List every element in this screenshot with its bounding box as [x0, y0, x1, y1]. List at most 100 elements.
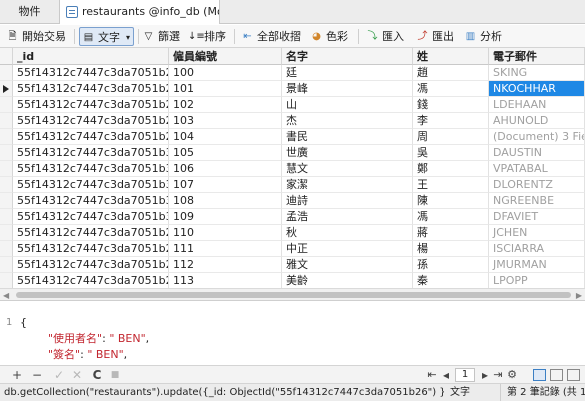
row-selector[interactable] — [0, 65, 13, 81]
table-row[interactable]: 55f14312c7447c3da7051b2b 113 美齡秦 LPOPP — [0, 273, 585, 289]
table-cell-first[interactable]: 廷 — [282, 65, 413, 81]
color-button[interactable]: ◕ 色彩 — [308, 27, 348, 46]
table-cell-num[interactable]: 112 — [169, 257, 282, 273]
table-cell-last[interactable]: 秦 — [413, 273, 489, 289]
row-selector[interactable] — [0, 257, 13, 273]
table-row[interactable]: 55f14312c7447c3da7051b27 100 廷趙 SKING — [0, 65, 585, 81]
table-cell-first[interactable]: 世廣 — [282, 145, 413, 161]
table-cell-last[interactable]: 楊 — [413, 241, 489, 257]
table-cell-email[interactable]: DAUSTIN — [489, 145, 585, 161]
table-cell-first[interactable]: 孟浩 — [282, 209, 413, 225]
table-cell-email[interactable]: NKOCHHAR — [489, 81, 585, 97]
row-selector[interactable] — [0, 209, 13, 225]
table-cell-email[interactable]: DFAVIET — [489, 209, 585, 225]
form-view-icon[interactable] — [550, 369, 563, 381]
table-row[interactable]: 55f14312c7447c3da7051b30 105 世廣吳 DAUSTIN — [0, 145, 585, 161]
table-cell-first[interactable]: 杰 — [282, 113, 413, 129]
table-cell-id[interactable]: 55f14312c7447c3da7051b34 — [13, 209, 169, 225]
table-cell-email[interactable]: DLORENTZ — [489, 177, 585, 193]
table-row[interactable]: 55f14312c7447c3da7051b32 106 慧文鄭 VPATABAL — [0, 161, 585, 177]
tab-collection[interactable]: restaurants @info_db (Mo... — [60, 0, 220, 24]
row-selector[interactable] — [0, 273, 13, 289]
table-cell-num[interactable]: 106 — [169, 161, 282, 177]
begin-transaction-button[interactable]: 🗎 開始交易 — [4, 27, 66, 46]
table-cell-last[interactable]: 周 — [413, 129, 489, 145]
add-record-button[interactable]: + — [10, 368, 24, 382]
table-cell-num[interactable]: 110 — [169, 225, 282, 241]
table-cell-first[interactable]: 景峰 — [282, 81, 413, 97]
table-row[interactable]: 55f14312c7447c3da7051b26 102 山錢 LDEHAAN — [0, 97, 585, 113]
table-cell-last[interactable]: 鄭 — [413, 161, 489, 177]
stop-button[interactable]: ■ — [108, 368, 122, 382]
table-cell-last[interactable]: 李 — [413, 113, 489, 129]
table-cell-num[interactable]: 109 — [169, 209, 282, 225]
discard-changes-button[interactable]: ✕ — [70, 368, 84, 382]
table-cell-id[interactable]: 55f14312c7447c3da7051b28 — [13, 81, 169, 97]
table-cell-id[interactable]: 55f14312c7447c3da7051b31 — [13, 177, 169, 193]
table-cell-email[interactable]: NGREENBE — [489, 193, 585, 209]
sort-button[interactable]: ↓≡ 排序 — [186, 27, 226, 46]
table-cell-first[interactable]: 山 — [282, 97, 413, 113]
table-cell-email[interactable]: LDEHAAN — [489, 97, 585, 113]
table-cell-num[interactable]: 103 — [169, 113, 282, 129]
table-cell-id[interactable]: 55f14312c7447c3da7051b32 — [13, 161, 169, 177]
table-cell-last[interactable]: 孫 — [413, 257, 489, 273]
table-cell-id[interactable]: 55f14312c7447c3da7051b2e — [13, 113, 169, 129]
text-view-button[interactable]: ▤ 文字 ▾ — [79, 27, 134, 46]
column-header-last-name[interactable]: 姓 — [413, 48, 489, 65]
apply-changes-button[interactable]: ✓ — [52, 368, 66, 382]
table-cell-last[interactable]: 陳 — [413, 193, 489, 209]
row-selector[interactable] — [0, 97, 13, 113]
table-cell-id[interactable]: 55f14312c7447c3da7051b26 — [13, 97, 169, 113]
table-row[interactable]: 55f14312c7447c3da7051b2c 111 中正楊 ISCIARRA — [0, 241, 585, 257]
table-cell-id[interactable]: 55f14312c7447c3da7051b2f — [13, 129, 169, 145]
table-row[interactable]: 55f14312c7447c3da7051b31 107 家潔王 DLORENTZ — [0, 177, 585, 193]
table-cell-first[interactable]: 書民 — [282, 129, 413, 145]
table-cell-last[interactable]: 趙 — [413, 65, 489, 81]
table-cell-id[interactable]: 55f14312c7447c3da7051b2d — [13, 257, 169, 273]
table-cell-first[interactable]: 美齡 — [282, 273, 413, 289]
table-cell-email[interactable]: (Document) 3 Fields — [489, 129, 585, 145]
table-cell-num[interactable]: 101 — [169, 81, 282, 97]
table-cell-id[interactable]: 55f14312c7447c3da7051b33 — [13, 193, 169, 209]
table-cell-first[interactable]: 雅文 — [282, 257, 413, 273]
table-cell-first[interactable]: 迪詩 — [282, 193, 413, 209]
table-cell-num[interactable]: 100 — [169, 65, 282, 81]
table-cell-email[interactable]: SKING — [489, 65, 585, 81]
table-row[interactable]: 55f14312c7447c3da7051b34 109 孟浩馮 DFAVIET — [0, 209, 585, 225]
row-selector[interactable] — [0, 129, 13, 145]
row-selector[interactable] — [0, 113, 13, 129]
row-selector[interactable] — [0, 241, 13, 257]
row-selector[interactable] — [0, 193, 13, 209]
scroll-left-icon[interactable]: ◀ — [3, 291, 9, 300]
analyze-button[interactable]: ▥ 分析 — [462, 27, 502, 46]
delete-record-button[interactable]: − — [30, 368, 44, 382]
row-selector[interactable] — [0, 225, 13, 241]
table-row[interactable]: 55f14312c7447c3da7051b33 108 迪詩陳 NGREENBE — [0, 193, 585, 209]
settings-button[interactable]: ⚙ — [506, 368, 518, 382]
scrollbar-thumb[interactable] — [16, 292, 571, 298]
table-cell-num[interactable]: 104 — [169, 129, 282, 145]
table-cell-email[interactable]: LPOPP — [489, 273, 585, 289]
import-button[interactable]: ⤵ 匯入 — [364, 27, 405, 46]
table-cell-email[interactable]: AHUNOLD — [489, 113, 585, 129]
table-cell-email[interactable]: VPATABAL — [489, 161, 585, 177]
table-cell-num[interactable]: 111 — [169, 241, 282, 257]
row-selector[interactable] — [0, 81, 13, 97]
table-cell-num[interactable]: 105 — [169, 145, 282, 161]
row-selector[interactable] — [0, 145, 13, 161]
next-page-button[interactable]: ▸ — [479, 368, 491, 382]
table-cell-id[interactable]: 55f14312c7447c3da7051b2a — [13, 225, 169, 241]
table-row[interactable]: 55f14312c7447c3da7051b2a 110 秋蔣 JCHEN — [0, 225, 585, 241]
table-cell-first[interactable]: 慧文 — [282, 161, 413, 177]
table-cell-id[interactable]: 55f14312c7447c3da7051b30 — [13, 145, 169, 161]
table-row[interactable]: 55f14312c7447c3da7051b2e 103 杰李 AHUNOLD — [0, 113, 585, 129]
horizontal-scrollbar[interactable]: ◀ ▶ — [0, 288, 585, 300]
table-cell-id[interactable]: 55f14312c7447c3da7051b2c — [13, 241, 169, 257]
table-cell-last[interactable]: 吳 — [413, 145, 489, 161]
table-cell-last[interactable]: 馮 — [413, 81, 489, 97]
previous-page-button[interactable]: ◂ — [440, 368, 452, 382]
table-cell-id[interactable]: 55f14312c7447c3da7051b27 — [13, 65, 169, 81]
table-cell-email[interactable]: ISCIARRA — [489, 241, 585, 257]
export-button[interactable]: ⤴ 匯出 — [414, 27, 455, 46]
